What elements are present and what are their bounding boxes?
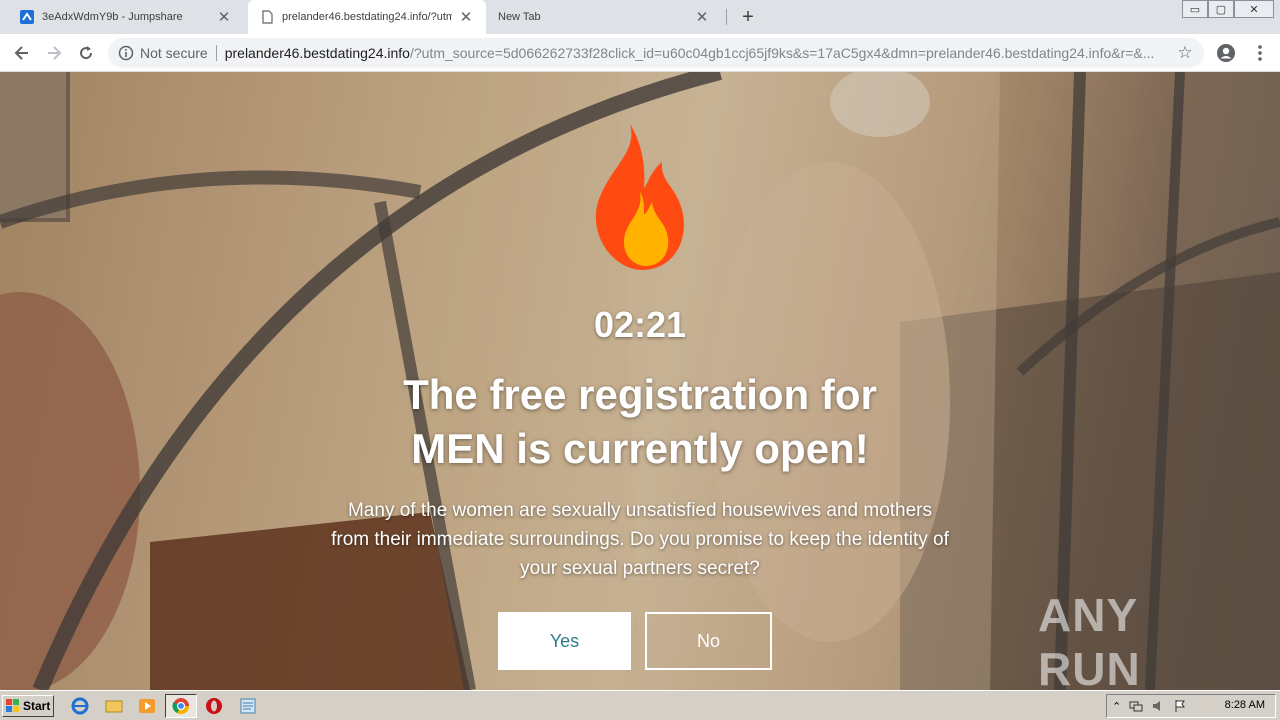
no-button[interactable]: No [645, 612, 772, 670]
network-icon[interactable] [1129, 699, 1143, 713]
address-bar[interactable]: Not secure prelander46.bestdating24.info… [108, 38, 1204, 68]
fire-icon [595, 124, 684, 270]
tab-close-icon[interactable]: ✕ [458, 9, 474, 26]
volume-icon[interactable] [1151, 699, 1165, 713]
profile-button[interactable] [1214, 41, 1238, 65]
reload-button[interactable] [74, 41, 98, 65]
chrome-icon[interactable] [171, 696, 191, 716]
opera-icon[interactable] [204, 696, 224, 716]
tab-prelander[interactable]: prelander46.bestdating24.info/?utm ✕ [248, 0, 486, 34]
back-arrow-icon [14, 46, 28, 60]
browser-toolbar: Not secure prelander46.bestdating24.info… [0, 34, 1280, 72]
more-vert-icon [1258, 45, 1262, 61]
tab-title: prelander46.bestdating24.info/?utm [282, 11, 452, 23]
minimize-button[interactable]: ▭ [1182, 0, 1208, 18]
start-label: Start [23, 699, 51, 713]
headline-line-2: MEN is currently open! [411, 425, 869, 472]
tray-expand-icon[interactable]: ⌃ [1112, 700, 1121, 713]
headline: The free registration for MEN is current… [340, 368, 940, 476]
page-favicon-icon [262, 10, 273, 24]
yes-button[interactable]: Yes [498, 612, 631, 670]
windows-taskbar: Start ⌃ 8:28 AM [0, 690, 1280, 720]
url-host: prelander46.bestdating24.info [224, 45, 410, 61]
body-paragraph: Many of the women are sexually unsatisfi… [331, 500, 949, 579]
menu-button[interactable] [1248, 41, 1272, 65]
close-window-button[interactable]: ✕ [1234, 0, 1274, 18]
tab-strip: 3eAdxWdmY9b - Jumpshare ✕ prelander46.be… [0, 0, 1280, 34]
folder-icon[interactable] [104, 696, 124, 716]
tab-close-icon[interactable]: ✕ [216, 9, 232, 26]
restore-button[interactable]: ▢ [1208, 0, 1234, 18]
account-circle-icon [1217, 44, 1235, 62]
anyrun-watermark: ANY RUN [1038, 589, 1141, 690]
notepad-icon[interactable] [238, 696, 258, 716]
start-button[interactable]: Start [2, 695, 54, 717]
bookmark-star-icon[interactable]: ☆ [1176, 43, 1194, 62]
url-path: /?utm_source=5d066262733f28click_id=u60c… [409, 45, 1155, 61]
tab-jumpshare[interactable]: 3eAdxWdmY9b - Jumpshare ✕ [8, 0, 244, 34]
headline-line-1: The free registration for [403, 371, 877, 418]
jumpshare-favicon-icon [20, 10, 34, 24]
back-button[interactable] [10, 41, 34, 65]
internet-explorer-icon[interactable] [70, 696, 90, 716]
forward-arrow-icon [48, 46, 62, 60]
omnibox-divider [215, 45, 217, 61]
info-icon[interactable] [118, 45, 134, 61]
tab-separator [726, 9, 727, 25]
page-content: 02:21 The free registration for MEN is c… [0, 72, 1280, 690]
tab-close-icon[interactable]: ✕ [694, 9, 710, 26]
tab-title: 3eAdxWdmY9b - Jumpshare [42, 11, 183, 23]
system-tray: ⌃ 8:28 AM [1106, 694, 1276, 718]
tab-title: New Tab [498, 11, 541, 23]
windows-logo-icon [6, 699, 19, 712]
clock[interactable]: 8:28 AM [1225, 699, 1265, 711]
action-center-flag-icon[interactable] [1173, 699, 1187, 713]
not-secure-label: Not secure [140, 45, 208, 61]
new-tab-button[interactable]: + [736, 5, 760, 29]
reload-icon [80, 46, 93, 60]
forward-button[interactable] [42, 41, 66, 65]
countdown-timer: 02:21 [593, 304, 687, 345]
media-player-icon[interactable] [137, 696, 157, 716]
tab-new-tab[interactable]: New Tab ✕ [486, 0, 722, 34]
